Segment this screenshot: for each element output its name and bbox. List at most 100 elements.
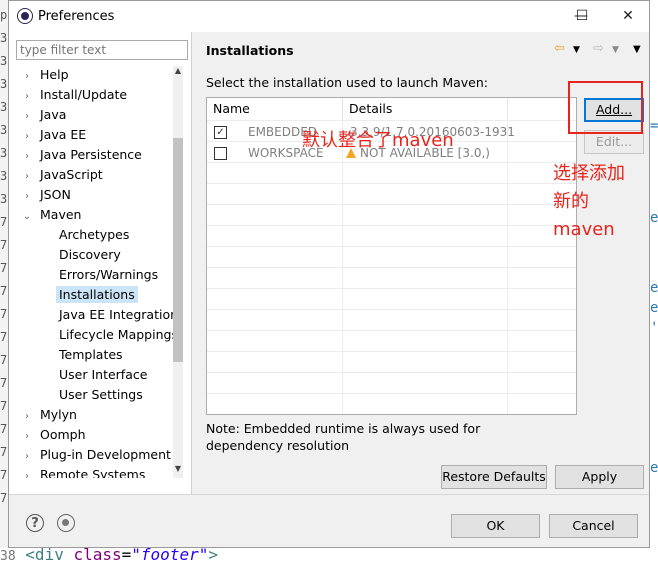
tree-item[interactable]: Java EE Integration <box>59 306 173 324</box>
tree-item[interactable]: Discovery <box>59 246 121 264</box>
apply-button[interactable]: Apply <box>555 465 644 489</box>
column-header-name[interactable]: Name <box>207 98 342 120</box>
annotation-add-note-line3: maven <box>553 219 615 240</box>
annotation-highlight-box <box>568 81 643 134</box>
preferences-dialog: Preferences — ☐ ✕ › Help › Install/Update › J… <box>8 0 650 548</box>
import-export-icon[interactable] <box>57 514 75 532</box>
tree-item-label: Java Persistence <box>40 147 142 162</box>
tree-item[interactable]: › JSON <box>20 186 71 204</box>
collapsed-chevron-icon[interactable]: › <box>20 428 34 446</box>
view-menu-icon[interactable]: ▼ <box>633 44 641 55</box>
tree-item-label: Installations <box>56 286 138 303</box>
close-button[interactable]: ✕ <box>616 5 640 27</box>
row-checkbox[interactable]: ✓ <box>214 126 227 139</box>
tree-item[interactable]: › Plug-in Development <box>20 446 171 464</box>
line-number: 38 <box>0 549 16 562</box>
tree-item[interactable]: Archetypes <box>59 226 129 244</box>
editor-char: e <box>650 300 658 316</box>
tree-item[interactable]: › Oomph <box>20 426 86 444</box>
tree-item[interactable]: › Mylyn <box>20 406 77 424</box>
scroll-up-icon[interactable]: ▲ <box>173 66 183 80</box>
html-tag: <div <box>25 548 64 562</box>
annotation-add-note-line1: 选择添加 <box>553 163 625 184</box>
restore-defaults-button[interactable]: Restore Defaults <box>441 465 547 489</box>
html-tag-close: > <box>208 548 218 562</box>
tree-item-label: Lifecycle Mappings <box>59 327 173 342</box>
collapsed-chevron-icon[interactable]: › <box>20 448 34 466</box>
collapsed-chevron-icon[interactable]: › <box>20 68 34 86</box>
filter-input[interactable] <box>16 40 188 60</box>
tree-item-label: Errors/Warnings <box>59 267 159 282</box>
embedded-runtime-note: Note: Embedded runtime is always used fo… <box>206 421 481 453</box>
gutter-char: 7 <box>0 491 8 505</box>
grid-line <box>207 225 576 226</box>
tree-item[interactable]: › Help <box>20 66 69 84</box>
gutter-char: 7 <box>0 284 8 298</box>
eclipse-icon <box>18 9 32 23</box>
tree-item-label: Discovery <box>59 247 121 262</box>
collapsed-chevron-icon[interactable]: › <box>20 168 34 186</box>
gutter-char: 7 <box>0 330 8 344</box>
editor-char: ' <box>650 320 658 336</box>
back-dropdown-icon[interactable]: ▼ <box>573 45 580 55</box>
collapsed-chevron-icon[interactable]: › <box>20 88 34 106</box>
tree-item[interactable]: › Java EE <box>20 126 86 144</box>
scroll-down-icon[interactable]: ▼ <box>173 464 183 478</box>
gutter-char: 7 <box>0 238 8 252</box>
tree-item-label: Java EE <box>40 127 87 142</box>
collapsed-chevron-icon[interactable]: › <box>20 408 34 426</box>
gutter-char: 3 <box>0 54 8 68</box>
equals-sign: = <box>121 548 132 562</box>
tree-item[interactable]: Installations <box>56 286 138 304</box>
ok-button[interactable]: OK <box>451 514 540 538</box>
collapsed-chevron-icon[interactable]: › <box>20 128 34 146</box>
annotation-default-note: 默认整合了maven <box>302 130 454 151</box>
tree-item[interactable]: › JavaScript <box>20 166 103 184</box>
back-arrow-icon[interactable]: ⇦ <box>554 41 565 56</box>
tree-item[interactable]: › Java Persistence <box>20 146 142 164</box>
scrollbar-thumb[interactable] <box>173 138 183 362</box>
cancel-button[interactable]: Cancel <box>549 514 638 538</box>
help-icon[interactable]: ? <box>26 514 44 532</box>
collapsed-chevron-icon[interactable]: › <box>20 188 34 206</box>
tree-item[interactable]: › Java <box>20 106 66 124</box>
collapsed-chevron-icon[interactable]: › <box>20 108 34 126</box>
editor-char: e <box>650 210 658 226</box>
forward-dropdown-icon[interactable]: ▼ <box>612 45 619 55</box>
editor-right-edge: = e e e ' e <box>650 0 658 562</box>
collapsed-chevron-icon[interactable]: › <box>20 148 34 166</box>
editor-bottom-line: 38 <div class="footer"> <box>0 548 658 562</box>
tree-scrollbar[interactable]: ▲ ▼ <box>173 66 183 478</box>
tree-item[interactable]: User Interface <box>59 366 147 384</box>
tree-item-label: JavaScript <box>40 167 103 182</box>
tree-item-label: JSON <box>40 187 71 202</box>
tree-item[interactable]: Lifecycle Mappings <box>59 326 173 344</box>
close-icon: ✕ <box>622 8 634 24</box>
gutter-char: 7 <box>0 215 8 229</box>
collapsed-chevron-icon[interactable]: › <box>20 468 34 478</box>
row-checkbox[interactable] <box>214 147 227 160</box>
grid-line <box>207 309 576 310</box>
tree-item[interactable]: Errors/Warnings <box>59 266 158 284</box>
grid-line <box>207 120 576 121</box>
forward-arrow-icon[interactable]: ⇨ <box>593 41 604 56</box>
tree-item[interactable]: Templates <box>59 346 123 364</box>
gutter-char: 3 <box>0 169 8 183</box>
tree-item[interactable]: › Remote Systems <box>20 466 145 478</box>
column-header-details[interactable]: Details <box>343 98 506 120</box>
gutter-char: 3 <box>0 31 8 45</box>
maximize-icon: ☐ <box>575 8 589 24</box>
gutter-char: 7 <box>0 468 8 482</box>
maximize-button[interactable]: ☐ <box>570 5 594 27</box>
tree-item-label: User Interface <box>59 367 148 382</box>
footer-separator <box>9 494 649 495</box>
tree-item-label: Java EE Integration <box>59 307 173 322</box>
tree-item-label: Help <box>40 67 69 82</box>
tree-item[interactable]: User Settings <box>59 386 143 404</box>
tree-item[interactable]: ⌄ Maven <box>20 206 82 226</box>
gutter-char: 3 <box>0 123 8 137</box>
tree-item-label: Plug-in Development <box>40 447 171 462</box>
expanded-chevron-icon[interactable]: ⌄ <box>20 208 34 226</box>
gutter-char: 7 <box>0 376 8 390</box>
tree-item[interactable]: › Install/Update <box>20 86 127 104</box>
